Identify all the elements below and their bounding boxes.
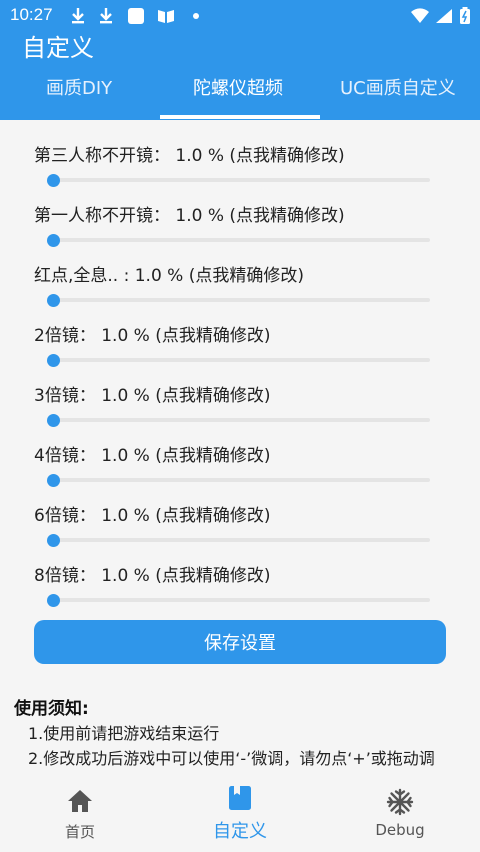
book-icon [228,785,252,815]
nav-debug-label: Debug [375,821,425,839]
save-settings-button[interactable]: 保存设置 [34,620,446,664]
setting-label[interactable]: 第一人称不开镜： 1.0 % (点我精确修改) [34,201,345,226]
page-title: 自定义 [22,34,94,62]
setting-label[interactable]: 第三人称不开镜： 1.0 % (点我精确修改) [34,141,345,166]
slider-thumb[interactable] [47,294,60,307]
tab-indicator [160,115,320,119]
snowflake-icon [386,788,414,820]
setting-label[interactable]: 8倍镜： 1.0 % (点我精确修改) [34,561,270,586]
notice-title: 使用须知: [14,699,89,719]
app-notification-icon [126,6,146,26]
nav-home[interactable]: 首页 [20,778,140,852]
slider-thumb[interactable] [47,414,60,427]
setting-2x-scope: 2倍镜： 1.0 % (点我精确修改) [0,321,480,381]
tab-gyro-overclock[interactable]: 陀螺仪超频 [193,74,283,104]
setting-label[interactable]: 4倍镜： 1.0 % (点我精确修改) [34,441,270,466]
tab-uc-quality-custom[interactable]: UC画质自定义 [340,74,462,104]
notice-line: 2.修改成功后游戏中可以使用‘-’微调，请勿点‘+’或拖动调 [28,749,435,768]
nav-custom-label: 自定义 [213,821,267,842]
slider-track[interactable] [50,418,430,422]
setting-third-person-no-scope: 第三人称不开镜： 1.0 % (点我精确修改) [0,141,480,201]
setting-first-person-no-scope: 第一人称不开镜： 1.0 % (点我精确修改) [0,201,480,261]
setting-label[interactable]: 红点,全息.. : 1.0 % (点我精确修改) [34,261,304,286]
setting-label[interactable]: 6倍镜： 1.0 % (点我精确修改) [34,501,270,526]
status-time: 10:27 [10,5,53,24]
setting-3x-scope: 3倍镜： 1.0 % (点我精确修改) [0,381,480,441]
setting-red-dot-holo: 红点,全息.. : 1.0 % (点我精确修改) [0,261,480,321]
slider-thumb[interactable] [47,354,60,367]
slider-track[interactable] [50,598,430,602]
book-notification-icon [156,6,176,26]
download-icon [96,6,116,26]
setting-label[interactable]: 3倍镜： 1.0 % (点我精确修改) [34,381,270,406]
slider-track[interactable] [50,298,430,302]
tab-uc-quality-custom-label: UC画质自定义 [340,78,456,99]
slider-track[interactable] [50,358,430,362]
slider-track[interactable] [50,178,430,182]
slider-track[interactable] [50,478,430,482]
slider-track[interactable] [50,538,430,542]
nav-home-label: 首页 [64,823,95,841]
signal-icon [434,6,454,26]
more-notifications-icon [186,6,206,26]
wifi-icon [410,6,430,26]
setting-6x-scope: 6倍镜： 1.0 % (点我精确修改) [0,501,480,561]
slider-thumb[interactable] [47,474,60,487]
download-icon [68,6,88,26]
nav-debug[interactable]: Debug [340,778,460,852]
bottom-nav: 首页 自定义 Debug [0,778,480,852]
slider-thumb[interactable] [47,594,60,607]
setting-label[interactable]: 2倍镜： 1.0 % (点我精确修改) [34,321,270,346]
app-bar: 10:27 自定义 画质DIY 陀螺仪超频 UC画质自定义 [0,0,480,120]
setting-8x-scope: 8倍镜： 1.0 % (点我精确修改) [0,561,480,621]
notice-line: 1.使用前请把游戏结束运行 [28,724,220,743]
slider-thumb[interactable] [47,174,60,187]
slider-track[interactable] [50,238,430,242]
tab-quality-diy[interactable]: 画质DIY [46,74,112,104]
battery-icon [455,6,475,26]
setting-4x-scope: 4倍镜： 1.0 % (点我精确修改) [0,441,480,501]
home-icon [66,788,94,818]
slider-thumb[interactable] [47,534,60,547]
slider-thumb[interactable] [47,234,60,247]
nav-custom[interactable]: 自定义 [180,778,300,852]
